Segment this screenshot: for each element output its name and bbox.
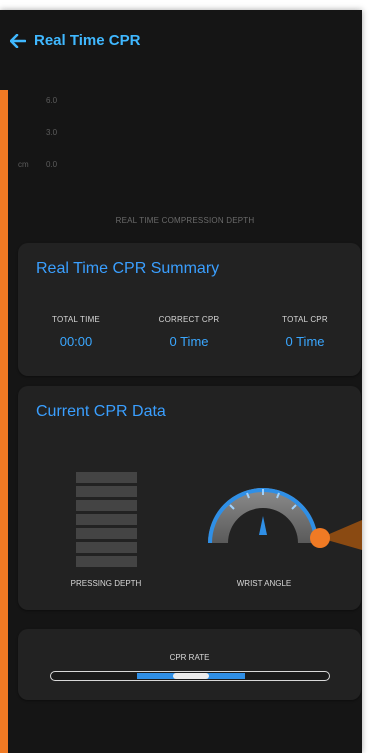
total-cpr-label: TOTAL CPR (282, 315, 328, 324)
app-screen: Real Time CPR 6.0 3.0 cm 0.0 REAL TIME C… (0, 10, 362, 753)
total-time-label: TOTAL TIME (52, 315, 100, 324)
depth-segment (76, 514, 137, 525)
depth-segment (76, 528, 137, 539)
back-arrow-icon[interactable] (10, 33, 26, 48)
depth-unit: cm (18, 160, 29, 169)
cpr-rate-label: CPR RATE (169, 653, 210, 662)
pressing-depth-bars (76, 472, 137, 570)
orange-accent-bar (0, 90, 8, 753)
correct-cpr-value: 0 Time (169, 334, 209, 349)
total-cpr-value: 0 Time (285, 334, 325, 349)
cpr-rate-track (50, 671, 330, 681)
total-time-value: 00:00 (59, 334, 93, 349)
compression-depth-label: REAL TIME COMPRESSION DEPTH (115, 216, 255, 225)
depth-segment (76, 500, 137, 511)
page-title: Real Time CPR (34, 32, 141, 49)
current-cpr-data-card: Current CPR Data PRESSING DEPTH WRIST AN… (18, 386, 361, 610)
total-time-stat: TOTAL TIME 00:00 (21, 315, 131, 349)
depth-segment (76, 542, 137, 553)
cpr-rate-indicator (173, 673, 209, 679)
depth-segment (76, 486, 137, 497)
total-cpr-stat: TOTAL CPR 0 Time (250, 315, 360, 349)
cpr-rate-card: CPR RATE (18, 629, 361, 700)
correct-cpr-stat: CORRECT CPR 0 Time (134, 315, 244, 349)
compression-depth-chart: 6.0 3.0 cm 0.0 REAL TIME COMPRESSION DEP… (8, 90, 362, 230)
pressing-depth-label: PRESSING DEPTH (70, 579, 142, 588)
depth-tick-0: 0.0 (46, 160, 58, 169)
current-data-title: Current CPR Data (36, 403, 166, 420)
summary-title: Real Time CPR Summary (36, 260, 220, 277)
depth-segment (76, 556, 137, 567)
header: Real Time CPR (10, 32, 140, 49)
wrist-angle-gauge-icon (203, 478, 323, 553)
wrist-angle-label: WRIST ANGLE (236, 579, 292, 588)
depth-segment (76, 472, 137, 483)
depth-tick-6: 6.0 (46, 96, 58, 105)
correct-cpr-label: CORRECT CPR (158, 315, 220, 324)
summary-card: Real Time CPR Summary TOTAL TIME 00:00 C… (18, 243, 361, 376)
depth-tick-3: 3.0 (46, 128, 58, 137)
